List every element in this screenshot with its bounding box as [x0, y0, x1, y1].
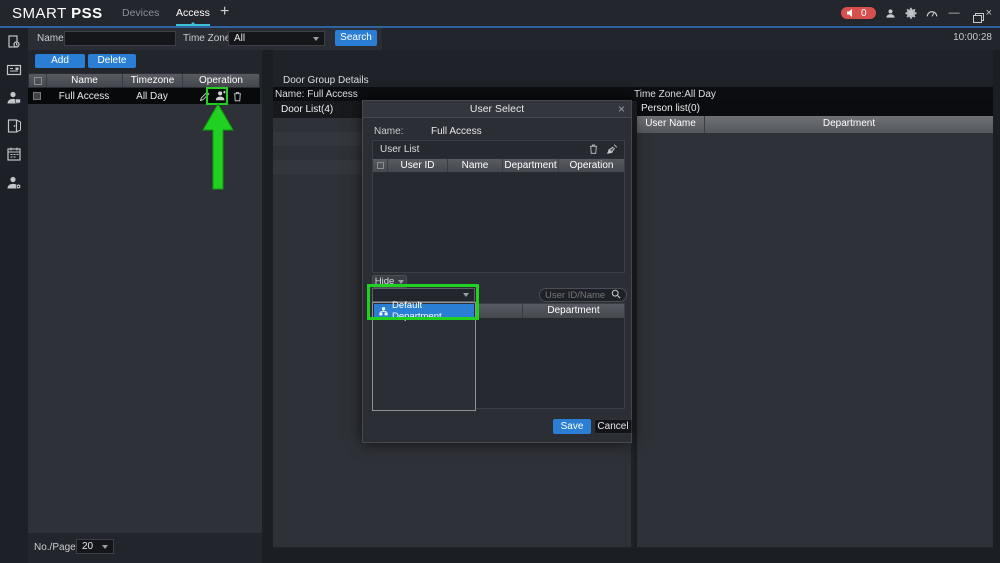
dialog-title: User Select — [363, 101, 631, 118]
person-list-header: Person list(0) — [637, 101, 993, 116]
col-timezone: Timezone — [123, 74, 183, 87]
user-settings-module-icon[interactable] — [6, 175, 22, 191]
minimize-button[interactable]: — — [947, 0, 962, 26]
details-summary-strip: Name: Full Access Time Zone:All Day — [273, 87, 993, 101]
calendar-module-icon[interactable] — [6, 146, 22, 162]
door-alarm-module-icon[interactable] — [6, 118, 22, 134]
speaker-icon — [847, 9, 856, 17]
details-title: Door Group Details — [283, 75, 369, 86]
per-page-select[interactable]: 20 — [76, 539, 114, 554]
add-button[interactable]: Add — [35, 54, 85, 68]
col-department: Department — [503, 159, 559, 172]
delete-button[interactable]: Delete — [88, 54, 136, 68]
search-icon[interactable] — [611, 289, 621, 302]
new-tab-button[interactable]: + — [220, 3, 229, 21]
user-lock-module-icon[interactable] — [6, 90, 22, 106]
details-timezone: Time Zone:All Day — [634, 89, 716, 100]
col-department: Department — [523, 304, 624, 318]
user-search-input[interactable] — [545, 290, 607, 301]
chevron-down-icon — [102, 545, 108, 549]
search-button[interactable]: Search — [335, 30, 377, 46]
settings-gear-icon[interactable] — [905, 7, 917, 19]
title-bar: SMART PSS Devices Access + 0 — × — [0, 0, 1000, 26]
annotation-arrow-up — [195, 100, 245, 195]
name-filter-label: Name: — [37, 33, 66, 44]
console-module-icon[interactable] — [6, 34, 22, 50]
module-sidebar — [0, 28, 28, 563]
cancel-button[interactable]: Cancel — [594, 419, 632, 434]
person-list-column-header: User Name Department — [637, 116, 993, 133]
timezone-selected-value: All — [234, 33, 245, 44]
clock: 10:00:28 — [953, 32, 992, 43]
select-all-checkbox[interactable] — [34, 77, 42, 85]
logo-pss: PSS — [71, 5, 103, 22]
select-all-checkbox[interactable] — [377, 162, 384, 169]
user-list-title-bar: User List — [373, 141, 624, 158]
close-button[interactable]: × — [984, 0, 994, 26]
col-name: Name — [47, 74, 123, 87]
app-logo: SMART PSS — [12, 5, 103, 22]
user-list-column-header: User ID Name Department Operation — [373, 158, 624, 173]
details-group-name: Name: Full Access — [275, 89, 358, 100]
pagination-bar: No./Page 20 — [28, 533, 262, 563]
delete-trash-icon[interactable] — [588, 143, 599, 161]
user-account-icon[interactable] — [885, 8, 896, 19]
row-checkbox[interactable] — [33, 92, 41, 100]
logo-smart: SMART — [12, 5, 66, 22]
tab-access[interactable]: Access — [176, 0, 210, 26]
dialog-name-value: Full Access — [431, 126, 482, 137]
row-checkbox-cell[interactable] — [28, 92, 46, 100]
annotation-highlight-box — [367, 284, 479, 320]
select-all-cell[interactable] — [373, 159, 388, 172]
search-toolbar: Name: Time Zone: All Search 10:00:28 — [28, 28, 1000, 50]
person-list-panel: Person list(0) User Name Department — [634, 101, 993, 547]
per-page-value: 20 — [82, 541, 93, 552]
user-list-title: User List — [380, 144, 419, 155]
clear-broom-icon[interactable] — [606, 143, 619, 161]
row-name: Full Access — [46, 89, 122, 104]
chevron-down-icon — [398, 280, 404, 284]
dialog-title-bar: User Select × — [363, 101, 631, 118]
timezone-select[interactable]: All — [228, 31, 325, 46]
name-filter-input[interactable] — [64, 31, 176, 46]
chevron-down-icon — [313, 37, 319, 41]
alarm-count: 0 — [861, 8, 867, 19]
dashboard-gauge-icon[interactable] — [926, 8, 938, 18]
license-card-module-icon[interactable] — [6, 62, 22, 78]
select-all-cell[interactable] — [29, 74, 47, 87]
row-timezone: All Day — [122, 89, 182, 104]
user-search-box — [539, 288, 627, 302]
timezone-filter-label: Time Zone: — [183, 33, 233, 44]
col-user-id: User ID — [388, 159, 448, 172]
selected-user-list: User List User ID Name Department Operat… — [372, 140, 625, 273]
user-select-dialog: User Select × Name: Full Access User Lis… — [362, 100, 632, 443]
alarm-badge[interactable]: 0 — [841, 7, 876, 19]
save-button[interactable]: Save — [553, 419, 591, 434]
close-icon[interactable]: × — [618, 101, 625, 118]
door-group-table-header: Name Timezone Operation — [28, 73, 260, 88]
search-fields: Name: Time Zone: All Search — [28, 28, 382, 50]
col-operation: Operation — [183, 74, 259, 87]
col-department: Department — [705, 116, 993, 133]
tab-devices[interactable]: Devices — [122, 0, 159, 26]
dialog-name-label: Name: — [374, 126, 403, 137]
per-page-label: No./Page — [34, 542, 76, 553]
col-user-name: User Name — [637, 116, 705, 133]
col-name: Name — [448, 159, 503, 172]
accent-divider — [0, 26, 1000, 28]
